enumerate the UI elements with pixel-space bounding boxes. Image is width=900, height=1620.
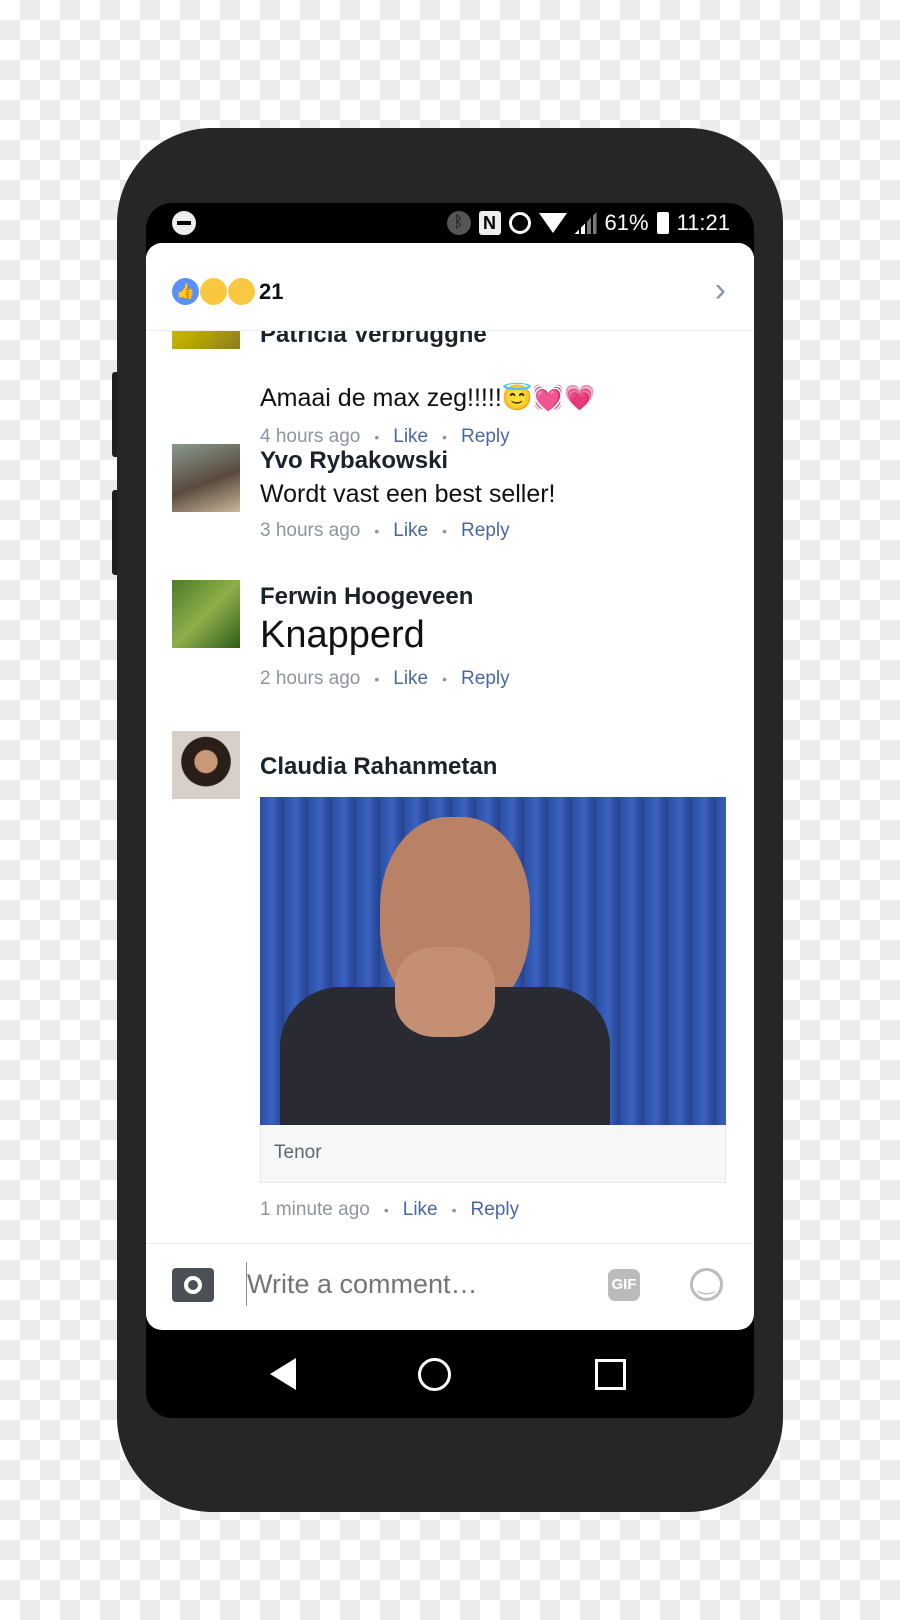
emoji-icon[interactable]: ‿ bbox=[690, 1268, 723, 1301]
comment-text: Wordt vast een best seller! bbox=[260, 480, 556, 508]
gif-source: Tenor bbox=[260, 1125, 726, 1183]
avatar[interactable] bbox=[172, 444, 240, 512]
comment-meta: 2 hours ago • Like • Reply bbox=[260, 668, 510, 689]
comment-text: Knapperd bbox=[260, 614, 425, 656]
like-reaction-icon: 👍 bbox=[172, 278, 199, 305]
comments-sheet: 👍 21 › Patricia Verbrugghe Amaai de max … bbox=[146, 243, 754, 1330]
comment-meta: 1 minute ago • Like • Reply bbox=[260, 1199, 520, 1220]
comment-meta: 3 hours ago • Like • Reply bbox=[260, 520, 510, 541]
navigation-bar bbox=[146, 1330, 754, 1418]
gif-button[interactable]: GIF bbox=[608, 1269, 640, 1301]
phone-screen: ᛒ N 61% 11:21 👍 21 › Patricia Verbrugghe… bbox=[146, 203, 754, 1418]
commenter-name[interactable]: Claudia Rahanmetan bbox=[260, 753, 497, 781]
timestamp: 1 minute ago bbox=[260, 1199, 370, 1220]
signal-icon bbox=[574, 212, 597, 234]
commenter-name[interactable]: Yvo Rybakowski bbox=[260, 447, 448, 475]
timestamp: 3 hours ago bbox=[260, 520, 361, 541]
haha-reaction-icon bbox=[200, 278, 227, 305]
like-link[interactable]: Like bbox=[403, 1199, 438, 1220]
status-bar: ᛒ N 61% 11:21 bbox=[146, 203, 754, 243]
timestamp: 2 hours ago bbox=[260, 668, 361, 689]
comment-meta: 4 hours ago • Like • Reply bbox=[260, 426, 510, 447]
commenter-name[interactable]: Ferwin Hoogeveen bbox=[260, 583, 473, 611]
bluetooth-icon: ᛒ bbox=[446, 211, 471, 235]
wow-reaction-icon bbox=[228, 278, 255, 305]
do-not-disturb-icon bbox=[172, 211, 196, 235]
reply-link[interactable]: Reply bbox=[471, 1199, 520, 1220]
avatar[interactable] bbox=[172, 580, 240, 648]
reactions-header[interactable]: 👍 21 › bbox=[146, 243, 754, 331]
comment-text: Amaai de max zeg!!!!!😇💓💗 bbox=[260, 384, 596, 412]
reply-link[interactable]: Reply bbox=[461, 520, 510, 541]
avatar[interactable] bbox=[172, 731, 240, 799]
reply-link[interactable]: Reply bbox=[461, 426, 510, 447]
camera-icon[interactable] bbox=[172, 1268, 214, 1302]
reaction-count: 21 bbox=[259, 279, 284, 304]
wifi-icon bbox=[538, 213, 567, 233]
like-link[interactable]: Like bbox=[393, 520, 428, 541]
nfc-icon: N bbox=[478, 211, 501, 235]
like-link[interactable]: Like bbox=[393, 426, 428, 447]
timestamp: 4 hours ago bbox=[260, 426, 361, 447]
recents-icon[interactable] bbox=[595, 1359, 626, 1390]
clock: 11:21 bbox=[676, 210, 730, 235]
comment-input[interactable] bbox=[246, 1262, 576, 1306]
like-link[interactable]: Like bbox=[393, 668, 428, 689]
gif-attachment[interactable] bbox=[260, 797, 726, 1125]
comment-composer: GIF ‿ bbox=[146, 1243, 754, 1330]
chevron-right-icon[interactable]: › bbox=[715, 271, 726, 310]
alarm-icon bbox=[508, 212, 531, 234]
back-icon[interactable] bbox=[270, 1358, 296, 1390]
home-icon[interactable] bbox=[418, 1358, 451, 1391]
battery-percent: 61% bbox=[604, 210, 649, 235]
reply-link[interactable]: Reply bbox=[461, 668, 510, 689]
battery-icon bbox=[656, 212, 669, 234]
